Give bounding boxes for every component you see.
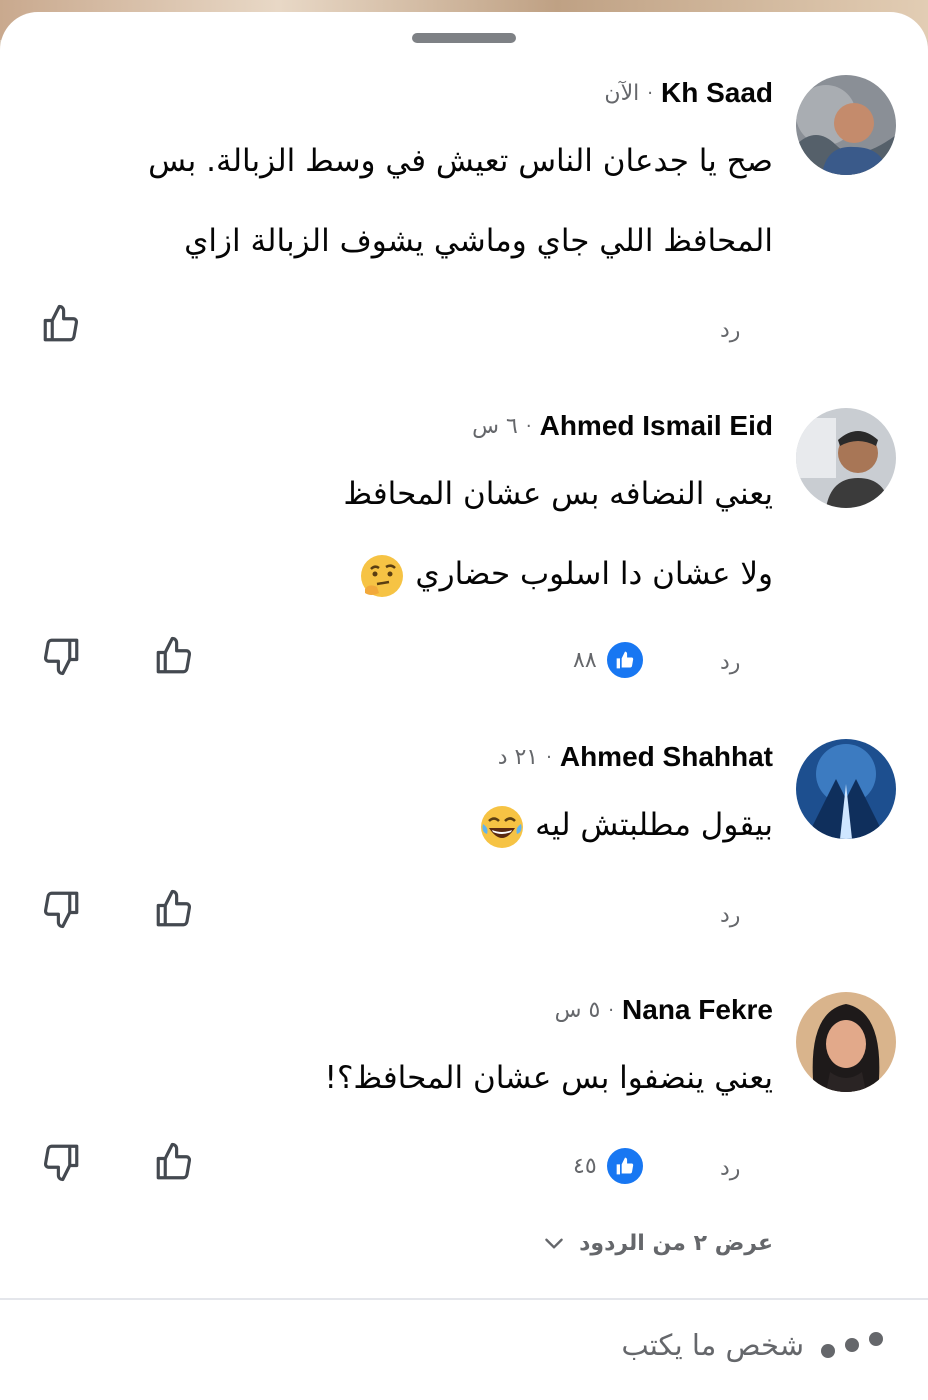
thumbs-up-icon[interactable] <box>153 1141 195 1183</box>
like-badge-icon <box>604 1146 645 1186</box>
author-name[interactable]: Ahmed Ismail Eid <box>540 410 773 442</box>
separator-dot: · <box>546 746 552 768</box>
comment-line-text: بيقول مطلبتش ليه <box>535 807 773 843</box>
comment-meta: Ahmed Ismail Eid · ٦ س <box>472 408 773 444</box>
comment-line: ولا عشان دا اسلوب حضاري <box>13 534 773 614</box>
comment-meta: Nana Fekre · ٥ س <box>555 992 773 1028</box>
reaction-count: ٨٨ <box>573 647 597 673</box>
author-name[interactable]: Kh Saad <box>661 77 773 109</box>
separator-dot: · <box>525 415 532 437</box>
like-badge-icon <box>604 640 645 680</box>
laughing-emoji <box>481 805 524 848</box>
comment-line: يعني ينضفوا بس عشان المحافظ؟! <box>324 1060 773 1096</box>
reply-button[interactable]: رد <box>720 318 740 343</box>
typing-dots-icon <box>821 1332 883 1358</box>
comment-line-text: ولا عشان دا اسلوب حضاري <box>415 556 773 592</box>
typing-indicator: شخص ما يكتب <box>621 1325 888 1365</box>
avatar-ahmed-shahhat[interactable] <box>796 739 896 839</box>
comment-text: بيقول مطلبتش ليه <box>13 785 773 865</box>
reaction-summary[interactable]: ٨٨ <box>573 640 645 680</box>
thumbs-down-icon[interactable] <box>40 888 82 930</box>
author-name[interactable]: Nana Fekre <box>622 994 773 1026</box>
comment-line: بيقول مطلبتش ليه <box>13 785 773 865</box>
divider <box>0 1298 928 1300</box>
reply-button[interactable]: رد <box>720 903 740 928</box>
separator-dot: · <box>647 82 653 104</box>
comment-meta: Ahmed Shahhat · ٢١ د <box>498 739 773 775</box>
avatar-nana-fekre[interactable] <box>796 992 896 1092</box>
reaction-summary[interactable]: ٤٥ <box>573 1146 645 1186</box>
thinking-emoji <box>361 554 404 597</box>
reply-button[interactable]: رد <box>720 1156 740 1181</box>
avatar-ahmed-ismail-eid[interactable] <box>796 408 896 508</box>
thumbs-down-icon[interactable] <box>40 1141 82 1183</box>
thumbs-down-icon[interactable] <box>40 635 82 677</box>
reply-button[interactable]: رد <box>720 650 740 675</box>
comment-line: صح يا جدعان الناس تعيش في وسط الزبالة. ب… <box>148 143 773 179</box>
author-name[interactable]: Ahmed Shahhat <box>560 741 773 773</box>
thumbs-up-icon[interactable] <box>153 888 195 930</box>
comment-time[interactable]: ٢١ د <box>498 745 538 770</box>
comment-line: المحافظ اللي جاي وماشي يشوف الزبالة ازاي <box>184 223 773 259</box>
typing-indicator-text: شخص ما يكتب <box>621 1328 804 1362</box>
thumbs-up-icon[interactable] <box>153 635 195 677</box>
reaction-count: ٤٥ <box>573 1153 597 1179</box>
chevron-down-icon <box>545 1238 563 1249</box>
view-replies-label: عرض ٢ من الردود <box>579 1230 773 1256</box>
comment-text: يعني ينضفوا بس عشان المحافظ؟! <box>13 1038 773 1118</box>
comment-meta: Kh Saad · الآن <box>604 75 773 111</box>
comment-text: يعني النضافه بس عشان المحافظ ولا عشان دا… <box>13 454 773 614</box>
avatar-kh-saad[interactable] <box>796 75 896 175</box>
separator-dot: · <box>608 999 615 1021</box>
comment-time[interactable]: ٥ س <box>555 998 601 1023</box>
comment-line: يعني النضافه بس عشان المحافظ <box>343 476 773 512</box>
comment-time[interactable]: ٦ س <box>472 414 518 439</box>
comment-text: صح يا جدعان الناس تعيش في وسط الزبالة. ب… <box>13 121 773 281</box>
thumbs-up-icon[interactable] <box>40 303 82 345</box>
comment-time[interactable]: الآن <box>604 81 639 106</box>
drag-handle[interactable] <box>412 33 516 43</box>
view-replies-button[interactable]: عرض ٢ من الردود <box>541 1230 773 1256</box>
